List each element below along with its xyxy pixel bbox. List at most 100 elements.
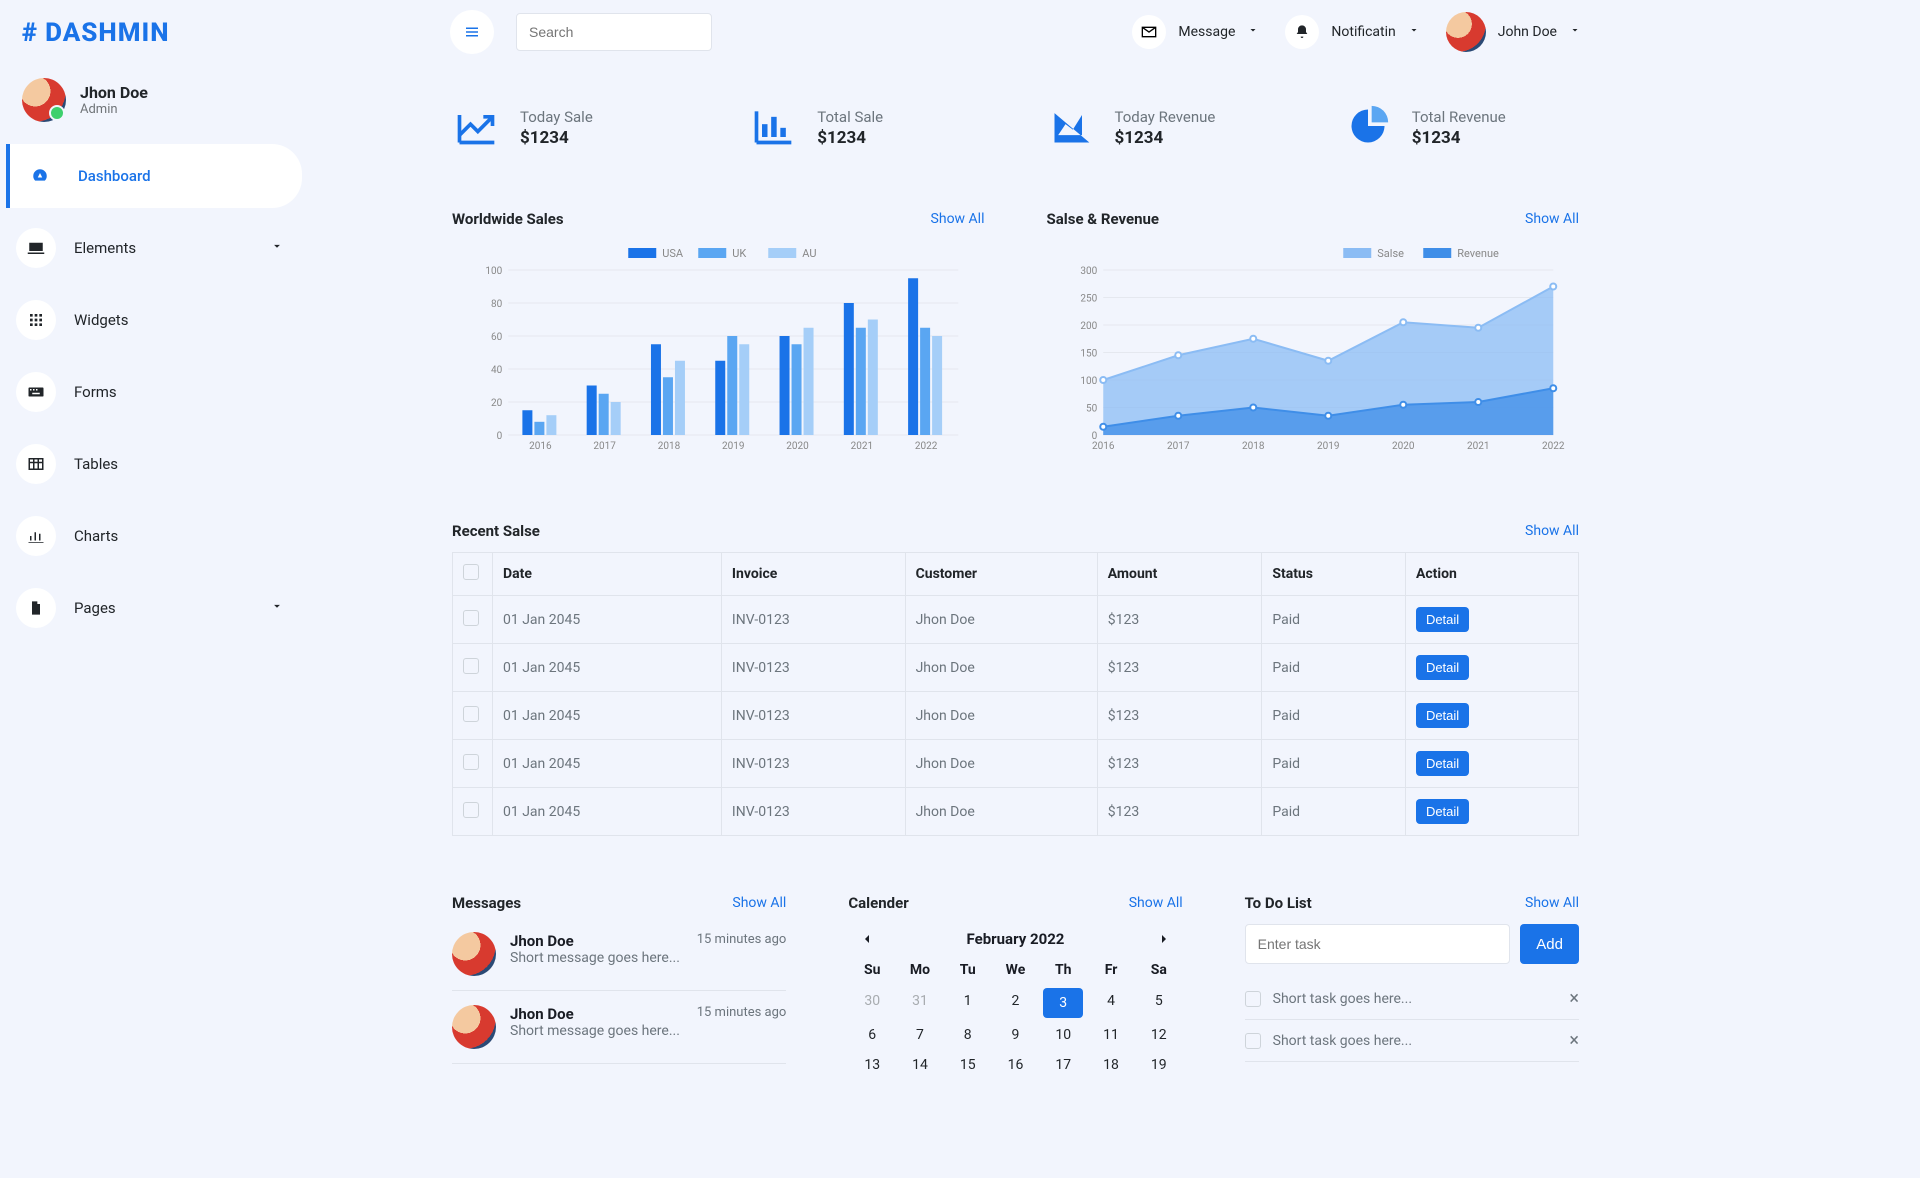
cell-customer: Jhon Doe — [905, 596, 1097, 644]
panel-title: Calender — [848, 894, 908, 912]
svg-text:2017: 2017 — [1167, 441, 1190, 452]
avatar — [452, 1005, 496, 1049]
hamburger-toggle[interactable] — [450, 10, 494, 54]
select-all-checkbox[interactable] — [463, 564, 479, 580]
calendar-next[interactable] — [1153, 928, 1175, 950]
detail-button[interactable]: Detail — [1416, 799, 1469, 824]
avatar — [452, 932, 496, 976]
detail-button[interactable]: Detail — [1416, 703, 1469, 728]
recent-sales-table: Date Invoice Customer Amount Status Acti… — [452, 552, 1579, 836]
message-item[interactable]: Jhon Doe 15 minutes ago Short message go… — [452, 991, 786, 1064]
calendar-day[interactable]: 3 — [1043, 988, 1083, 1018]
detail-button[interactable]: Detail — [1416, 751, 1469, 776]
todo-text: Short task goes here... — [1273, 991, 1412, 1007]
sidebar-item-forms[interactable]: Forms — [6, 360, 302, 424]
todo-add-button[interactable]: Add — [1520, 924, 1579, 964]
calendar-day[interactable]: 7 — [896, 1020, 944, 1050]
detail-button[interactable]: Detail — [1416, 655, 1469, 680]
todo-checkbox[interactable] — [1245, 1033, 1261, 1049]
sidebar-item-charts[interactable]: Charts — [6, 504, 302, 568]
calendar-day[interactable]: 18 — [1087, 1050, 1135, 1080]
calendar-day[interactable]: 16 — [992, 1050, 1040, 1080]
sidebar-item-label: Charts — [74, 527, 118, 545]
calendar-day[interactable]: 5 — [1135, 986, 1183, 1020]
brand-logo[interactable]: # DASHMIN — [0, 0, 302, 66]
stat-label: Total Sale — [817, 108, 883, 126]
sidebar-item-elements[interactable]: Elements — [6, 216, 302, 280]
calendar-day[interactable]: 2 — [992, 986, 1040, 1020]
sidebar-item-label: Pages — [74, 599, 116, 617]
message-dropdown[interactable]: Message — [1132, 15, 1259, 49]
sidebar-item-widgets[interactable]: Widgets — [6, 288, 302, 352]
notification-dropdown[interactable]: Notificatin — [1285, 15, 1419, 49]
show-all-link[interactable]: Show All — [732, 895, 786, 911]
calendar-day[interactable]: 12 — [1135, 1020, 1183, 1050]
hashtag-icon: # — [22, 18, 37, 48]
message-name: Jhon Doe — [510, 1005, 574, 1023]
show-all-link[interactable]: Show All — [1525, 523, 1579, 539]
cell-customer: Jhon Doe — [905, 644, 1097, 692]
close-icon[interactable]: × — [1569, 988, 1579, 1009]
calendar-day[interactable]: 15 — [944, 1050, 992, 1080]
chart-pie-icon — [1346, 104, 1390, 152]
calendar-day[interactable]: 10 — [1039, 1020, 1087, 1050]
svg-text:100: 100 — [485, 266, 502, 277]
laptop-icon — [16, 228, 56, 268]
calendar-day[interactable]: 17 — [1039, 1050, 1087, 1080]
topbar: Message Notificatin John Doe — [432, 0, 1599, 64]
calendar-prev[interactable] — [856, 928, 878, 950]
avatar — [1446, 12, 1486, 52]
todo-checkbox[interactable] — [1245, 991, 1261, 1007]
svg-text:2020: 2020 — [1392, 441, 1415, 452]
sidebar-item-dashboard[interactable]: Dashboard — [6, 144, 302, 208]
svg-text:2021: 2021 — [1467, 441, 1489, 452]
todo-input[interactable] — [1245, 924, 1511, 964]
message-item[interactable]: Jhon Doe 15 minutes ago Short message go… — [452, 924, 786, 991]
chevron-down-icon — [1247, 24, 1259, 40]
stat-value: $1234 — [1412, 128, 1506, 148]
show-all-link[interactable]: Show All — [1129, 895, 1183, 911]
chevron-down-icon — [270, 599, 284, 617]
calendar-day[interactable]: 13 — [848, 1050, 896, 1080]
calendar-day[interactable]: 11 — [1087, 1020, 1135, 1050]
calendar-day[interactable]: 6 — [848, 1020, 896, 1050]
calendar-day[interactable]: 1 — [944, 986, 992, 1020]
todo-item: Short task goes here... × — [1245, 978, 1579, 1020]
svg-text:40: 40 — [491, 365, 503, 376]
calendar-day[interactable]: 4 — [1087, 986, 1135, 1020]
profile-role: Admin — [80, 102, 148, 117]
calendar-day[interactable]: 8 — [944, 1020, 992, 1050]
row-checkbox[interactable] — [463, 754, 479, 770]
bar-chart: USAUKAU020406080100201620172018201920202… — [452, 240, 985, 460]
close-icon[interactable]: × — [1569, 1030, 1579, 1051]
area-chart: SalseRevenue0501001502002503002016201720… — [1047, 240, 1580, 460]
search-input[interactable] — [516, 13, 712, 51]
sidebar-item-tables[interactable]: Tables — [6, 432, 302, 496]
row-checkbox[interactable] — [463, 802, 479, 818]
calendar-day[interactable]: 30 — [848, 986, 896, 1020]
row-checkbox[interactable] — [463, 706, 479, 722]
svg-text:250: 250 — [1080, 294, 1097, 305]
cell-invoice: INV-0123 — [721, 596, 905, 644]
row-checkbox[interactable] — [463, 610, 479, 626]
show-all-link[interactable]: Show All — [1525, 895, 1579, 911]
calendar-day[interactable]: 31 — [896, 986, 944, 1020]
todo-panel: To Do List Show All Add Short task goes … — [1225, 876, 1599, 1098]
calendar-day[interactable]: 14 — [896, 1050, 944, 1080]
detail-button[interactable]: Detail — [1416, 607, 1469, 632]
panel-title: Salse & Revenue — [1047, 210, 1160, 228]
table-row: 01 Jan 2045 INV-0123 Jhon Doe $123 Paid … — [453, 740, 1579, 788]
calendar-day[interactable]: 19 — [1135, 1050, 1183, 1080]
stat-card: Total Sale $1234 — [729, 86, 1004, 170]
row-checkbox[interactable] — [463, 658, 479, 674]
svg-text:Salse: Salse — [1377, 247, 1404, 260]
svg-text:300: 300 — [1080, 266, 1097, 277]
sidebar-item-pages[interactable]: Pages — [6, 576, 302, 640]
show-all-link[interactable]: Show All — [1525, 211, 1579, 227]
calendar-day[interactable]: 9 — [992, 1020, 1040, 1050]
user-dropdown[interactable]: John Doe — [1446, 12, 1581, 52]
show-all-link[interactable]: Show All — [931, 211, 985, 227]
message-text: Short message goes here... — [510, 1023, 786, 1039]
envelope-icon — [1132, 15, 1166, 49]
message-label: Message — [1178, 24, 1235, 40]
